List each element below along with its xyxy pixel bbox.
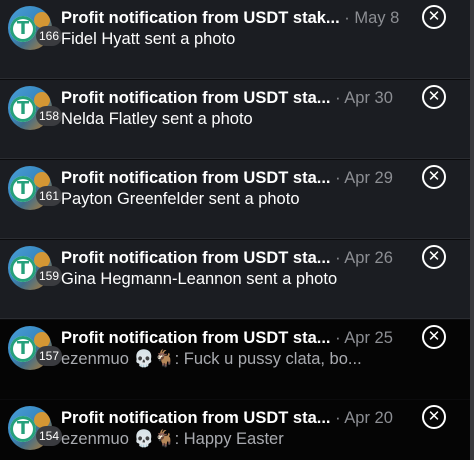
separator: · (335, 329, 341, 347)
notification-preview: Nelda Flatley sent a photo (61, 110, 253, 128)
title-text: Profit notification from USDT stak... (61, 9, 340, 27)
unread-count-badge: 157 (36, 346, 63, 366)
notification-row[interactable]: T 161 Profit notification from USDT sta.… (0, 160, 474, 239)
tether-logo-icon: T (10, 16, 36, 42)
separator: · (335, 89, 341, 107)
notification-row[interactable]: T 159 Profit notification from USDT sta.… (0, 240, 474, 319)
notification-row[interactable]: T 157 Profit notification from USDT sta.… (0, 320, 474, 399)
notification-date: May 8 (354, 9, 400, 27)
notification-title: Profit notification from USDT stak... · … (61, 8, 411, 28)
notification-row[interactable]: T 166 Profit notification from USDT stak… (0, 0, 474, 79)
separator: · (335, 249, 341, 267)
notification-row[interactable]: T 154 Profit notification from USDT sta.… (0, 400, 474, 460)
notification-title: Profit notification from USDT sta... · A… (61, 408, 411, 428)
tether-logo-icon: T (10, 336, 36, 362)
sender-emoji: 💀🐐 (133, 430, 175, 448)
notification-preview: Gina Hegmann-Leannon sent a photo (61, 270, 338, 288)
scrollbar[interactable] (470, 0, 474, 460)
notification-date: Apr 26 (344, 249, 393, 267)
separator: · (344, 9, 350, 27)
unread-count-badge: 161 (36, 186, 63, 206)
sender-name: ezenmuo (61, 430, 129, 448)
notification-preview: Fidel Hyatt sent a photo (61, 30, 236, 48)
tether-logo-icon: T (10, 256, 36, 282)
tether-logo-icon: T (10, 416, 36, 442)
separator: · (335, 409, 341, 427)
notification-title: Profit notification from USDT sta... · A… (61, 248, 411, 268)
notification-preview: ezenmuo 💀🐐: Fuck u pussy clata, bo... (61, 349, 401, 369)
tether-logo-icon: T (10, 96, 36, 122)
notification-preview: Payton Greenfelder sent a photo (61, 190, 300, 208)
title-text: Profit notification from USDT sta... (61, 409, 331, 427)
title-text: Profit notification from USDT sta... (61, 249, 331, 267)
notification-date: Apr 30 (344, 89, 393, 107)
title-text: Profit notification from USDT sta... (61, 89, 331, 107)
title-text: Profit notification from USDT sta... (61, 169, 331, 187)
sender-emoji: 💀🐐 (133, 350, 175, 368)
close-icon[interactable]: ✕ (422, 85, 446, 109)
close-icon[interactable]: ✕ (422, 325, 446, 349)
close-icon[interactable]: ✕ (422, 245, 446, 269)
notification-row[interactable]: T 158 Profit notification from USDT sta.… (0, 80, 474, 159)
tether-logo-icon: T (10, 176, 36, 202)
notification-date: Apr 25 (344, 329, 393, 347)
unread-count-badge: 154 (36, 426, 63, 446)
notification-date: Apr 29 (344, 169, 393, 187)
message-text: : Happy Easter (174, 430, 284, 448)
notification-list: T 166 Profit notification from USDT stak… (0, 0, 474, 460)
separator: · (335, 169, 341, 187)
title-text: Profit notification from USDT sta... (61, 329, 331, 347)
notification-title: Profit notification from USDT sta... · A… (61, 168, 411, 188)
notification-date: Apr 20 (344, 409, 393, 427)
notification-title: Profit notification from USDT sta... · A… (61, 328, 411, 348)
notification-title: Profit notification from USDT sta... · A… (61, 88, 411, 108)
sender-name: ezenmuo (61, 350, 129, 368)
unread-count-badge: 158 (36, 106, 63, 126)
close-icon[interactable]: ✕ (422, 5, 446, 29)
unread-count-badge: 166 (36, 26, 63, 46)
close-icon[interactable]: ✕ (422, 405, 446, 429)
close-icon[interactable]: ✕ (422, 165, 446, 189)
unread-count-badge: 159 (36, 266, 63, 286)
notification-preview: ezenmuo 💀🐐: Happy Easter (61, 429, 401, 449)
message-text: : Fuck u pussy clata, bo... (174, 350, 362, 368)
